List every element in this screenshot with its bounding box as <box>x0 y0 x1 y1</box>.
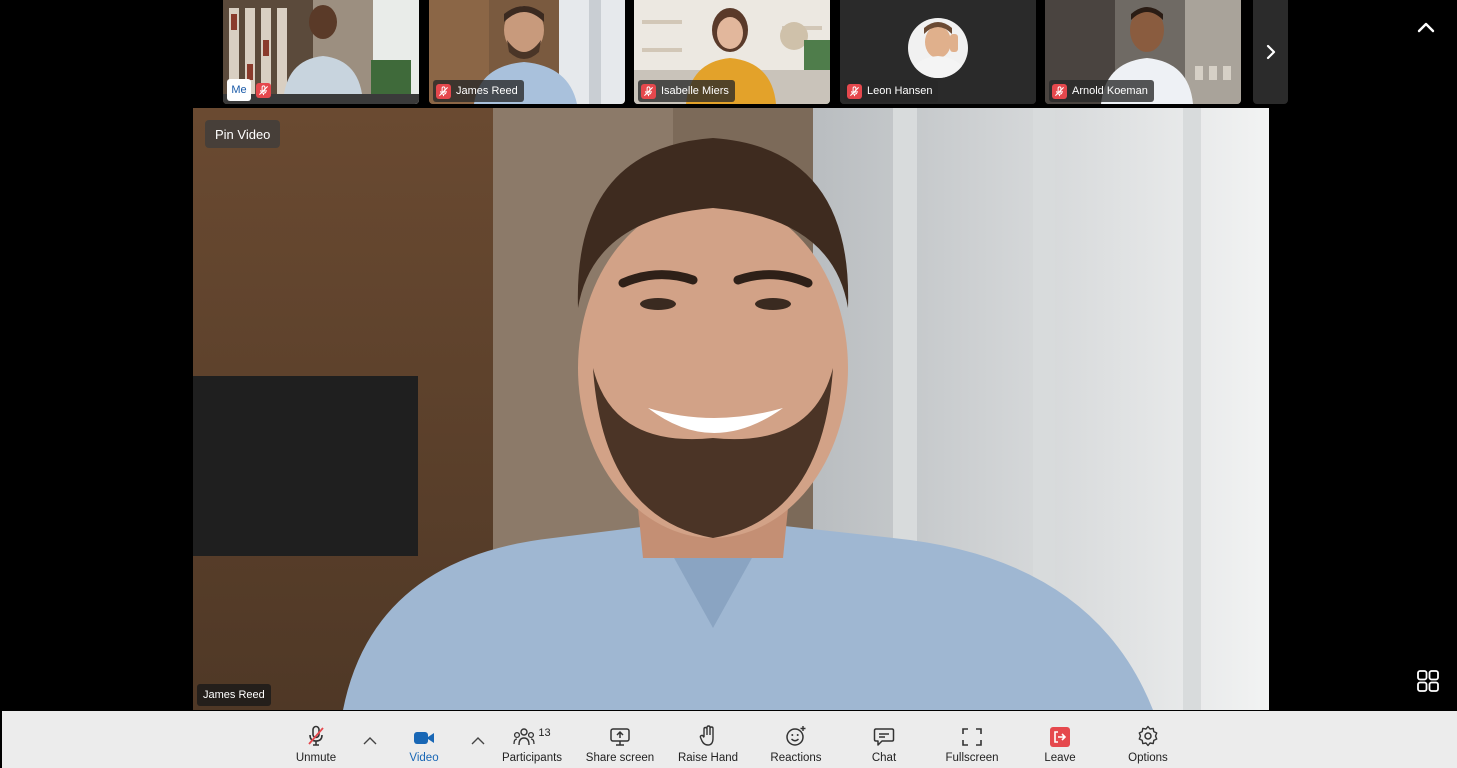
participant-strip: Me James Reed Isabelle Miers Leon Hansen… <box>0 0 1457 106</box>
mic-off-icon <box>847 83 862 99</box>
participant-name: Arnold Koeman <box>1072 85 1148 97</box>
video-button[interactable]: Video <box>381 711 467 768</box>
reactions-label: Reactions <box>770 752 822 764</box>
participant-video <box>223 0 419 104</box>
participant-label: James Reed <box>433 80 524 102</box>
participant-label: Leon Hansen <box>844 80 939 102</box>
participant-name: Leon Hansen <box>867 85 933 97</box>
thumbnail-participant[interactable]: Leon Hansen <box>840 0 1036 104</box>
meeting-toolbar: Unmute Video 13 Participants Share scree… <box>2 711 1457 768</box>
mic-off-icon <box>641 83 656 99</box>
leave-label: Leave <box>1044 752 1076 764</box>
video-camera-icon <box>414 732 434 744</box>
unmute-label: Unmute <box>295 752 337 764</box>
raise-hand-button[interactable]: Raise Hand <box>665 711 751 768</box>
mic-off-icon <box>308 725 324 746</box>
options-button[interactable]: Options <box>1105 711 1191 768</box>
raise-hand-label: Raise Hand <box>677 752 739 764</box>
chat-bubble-icon <box>873 728 895 746</box>
leave-icon <box>1050 727 1070 747</box>
thumbnail-participant[interactable]: James Reed <box>429 0 625 104</box>
chevron-right-icon <box>1266 44 1275 60</box>
leave-button[interactable]: Leave <box>1017 711 1103 768</box>
participants-icon <box>513 728 536 746</box>
thumbnail-me[interactable]: Me <box>223 0 419 104</box>
participant-name: Isabelle Miers <box>661 85 729 97</box>
collapse-strip-button[interactable] <box>1412 14 1440 40</box>
strip-next-button[interactable] <box>1253 0 1288 104</box>
participant-label: Isabelle Miers <box>638 80 735 102</box>
speaker-name-tag: James Reed <box>197 684 271 706</box>
chevron-up-icon <box>1417 22 1435 33</box>
unmute-button[interactable]: Unmute <box>273 711 359 768</box>
reactions-button[interactable]: Reactions <box>753 711 839 768</box>
audio-options-caret[interactable] <box>361 733 379 747</box>
mic-off-icon <box>1052 83 1067 99</box>
share-screen-button[interactable]: Share screen <box>577 711 663 768</box>
participant-name: James Reed <box>456 85 518 97</box>
fullscreen-label: Fullscreen <box>945 752 999 764</box>
chevron-up-icon <box>471 736 485 744</box>
chat-label: Chat <box>871 752 897 764</box>
chat-button[interactable]: Chat <box>841 711 927 768</box>
participants-button[interactable]: 13 Participants <box>489 711 575 768</box>
fullscreen-button[interactable]: Fullscreen <box>929 711 1015 768</box>
participants-count: 13 <box>538 727 551 739</box>
participants-label: Participants <box>501 752 563 764</box>
smile-icon <box>786 726 806 746</box>
mic-off-icon <box>256 83 271 98</box>
thumbnail-participant[interactable]: Arnold Koeman <box>1045 0 1241 104</box>
chevron-up-icon <box>363 736 377 744</box>
participant-label: Arnold Koeman <box>1049 80 1154 102</box>
share-screen-icon <box>610 728 630 746</box>
speaker-video <box>193 108 1269 710</box>
video-label: Video <box>409 752 439 764</box>
options-label: Options <box>1128 752 1168 764</box>
thumbnail-participant[interactable]: Isabelle Miers <box>634 0 830 104</box>
video-options-caret[interactable] <box>469 733 487 747</box>
main-video[interactable]: Pin Video James Reed <box>193 108 1269 710</box>
layout-grid-button[interactable] <box>1414 667 1442 695</box>
gear-icon <box>1138 725 1158 747</box>
hand-icon <box>699 725 714 746</box>
grid-view-icon <box>1417 670 1439 692</box>
fullscreen-icon <box>962 728 982 746</box>
pin-video-button[interactable]: Pin Video <box>205 120 281 148</box>
mic-off-icon <box>436 83 451 99</box>
me-badge: Me <box>227 79 251 101</box>
share-screen-label: Share screen <box>585 752 655 764</box>
